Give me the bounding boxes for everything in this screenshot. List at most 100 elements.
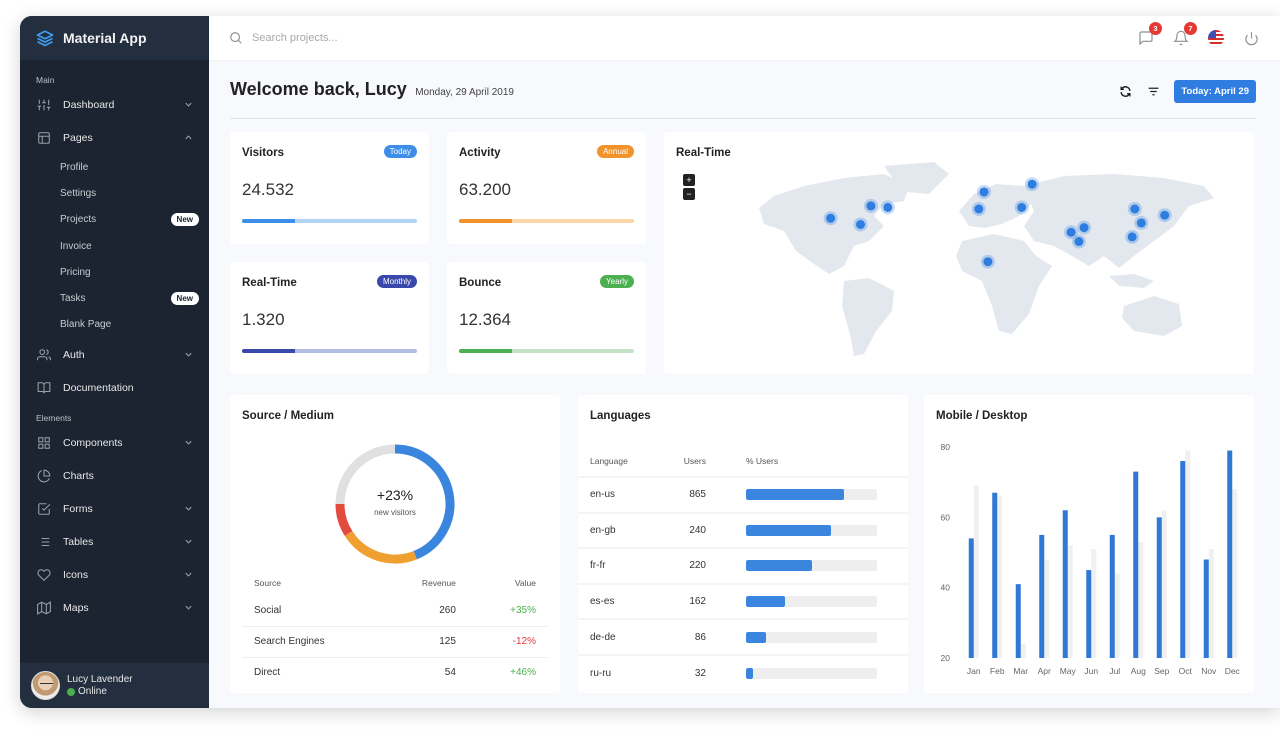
bar-mobile[interactable] bbox=[1015, 584, 1021, 658]
table-row[interactable]: en-gb 240 bbox=[578, 511, 908, 549]
map-marker[interactable] bbox=[1134, 215, 1149, 230]
map-marker[interactable] bbox=[863, 198, 878, 213]
table-row[interactable]: Direct 54 +46% bbox=[242, 656, 548, 688]
users-icon bbox=[37, 348, 51, 362]
map-marker[interactable] bbox=[1127, 202, 1142, 216]
map-zoom-in-button[interactable]: + bbox=[683, 174, 695, 186]
bar-mobile[interactable] bbox=[1227, 450, 1233, 658]
map-marker[interactable] bbox=[1025, 177, 1040, 192]
language-code: ru-ru bbox=[578, 653, 668, 691]
donut-center-value: +23% bbox=[376, 487, 414, 503]
donut-segment[interactable] bbox=[344, 530, 417, 564]
x-tick-label: Nov bbox=[1201, 666, 1217, 676]
languages-table: Language Users % Users en-us 865 en-gb 240… bbox=[578, 445, 908, 691]
sidebar-item-maps[interactable]: Maps bbox=[20, 591, 209, 624]
source-table: Source Revenue Value Social 260 +35% Sea… bbox=[242, 571, 548, 688]
table-row[interactable]: Social 260 +35% bbox=[242, 595, 548, 626]
map-marker[interactable] bbox=[880, 200, 895, 215]
bar-mobile[interactable] bbox=[1086, 570, 1092, 658]
bar-mobile[interactable] bbox=[1156, 517, 1162, 658]
bar-desktop[interactable] bbox=[973, 485, 979, 658]
users-percent-bar bbox=[746, 524, 877, 536]
bar-mobile[interactable] bbox=[968, 538, 974, 658]
sidebar-item-components[interactable]: Components bbox=[20, 426, 209, 459]
sidebar-item-tables[interactable]: Tables bbox=[20, 525, 209, 558]
map-marker[interactable] bbox=[1125, 229, 1140, 244]
bar-mobile[interactable] bbox=[992, 492, 998, 658]
bar-desktop[interactable] bbox=[1161, 510, 1167, 658]
map-marker[interactable] bbox=[1157, 208, 1172, 223]
bar-desktop[interactable] bbox=[1067, 545, 1073, 658]
map-marker[interactable] bbox=[1077, 220, 1092, 235]
sidebar-item-pages[interactable]: Pages bbox=[20, 121, 209, 154]
table-row[interactable]: ru-ru 32 bbox=[578, 653, 908, 691]
map-marker[interactable] bbox=[853, 217, 868, 232]
language-code: en-us bbox=[578, 476, 668, 513]
power-button[interactable] bbox=[1242, 29, 1260, 47]
messages-button[interactable]: 3 bbox=[1137, 22, 1162, 47]
bar-desktop[interactable] bbox=[1020, 643, 1026, 658]
bar-desktop[interactable] bbox=[1185, 450, 1191, 658]
map-marker[interactable] bbox=[1071, 234, 1086, 249]
bar-mobile[interactable] bbox=[1109, 534, 1115, 658]
user-status: Online bbox=[67, 686, 133, 697]
world-map[interactable] bbox=[734, 156, 1234, 366]
sidebar-subitem-projects[interactable]: Projects New bbox=[20, 207, 209, 233]
bar-mobile[interactable] bbox=[1180, 461, 1186, 658]
notifications-button[interactable]: 7 bbox=[1172, 22, 1197, 47]
map-marker[interactable] bbox=[1014, 200, 1029, 215]
map-zoom-out-button[interactable]: − bbox=[683, 188, 695, 200]
sidebar-subitem-blank-page[interactable]: Blank Page bbox=[20, 312, 209, 338]
x-tick-label: Feb bbox=[990, 666, 1005, 676]
bar-desktop[interactable] bbox=[1091, 548, 1097, 658]
stat-value: 63.200 bbox=[459, 180, 511, 199]
source-name: Search Engines bbox=[242, 625, 375, 657]
sidebar-item-label: Pages bbox=[63, 131, 93, 144]
table-row[interactable]: en-us 865 bbox=[578, 476, 908, 513]
map-marker[interactable] bbox=[971, 202, 986, 216]
brand[interactable]: Material App bbox=[20, 16, 209, 60]
user-profile[interactable]: Lucy Lavender Online bbox=[20, 663, 209, 708]
table-row[interactable]: fr-fr 220 bbox=[578, 547, 908, 584]
map-marker[interactable] bbox=[977, 184, 991, 199]
users-percent-bar bbox=[746, 667, 877, 679]
bar-desktop[interactable] bbox=[1138, 541, 1144, 658]
sidebar-item-documentation[interactable]: Documentation bbox=[20, 371, 209, 404]
map-marker[interactable] bbox=[823, 211, 838, 226]
bar-desktop[interactable] bbox=[1208, 548, 1214, 658]
sidebar-subitem-profile[interactable]: Profile bbox=[20, 154, 209, 180]
book-icon bbox=[37, 381, 51, 395]
search-input[interactable] bbox=[252, 32, 552, 44]
map-marker[interactable] bbox=[980, 254, 995, 269]
bar-desktop[interactable] bbox=[1044, 559, 1050, 658]
sidebar-subitem-tasks[interactable]: Tasks New bbox=[20, 285, 209, 311]
sidebar-item-icons[interactable]: Icons bbox=[20, 558, 209, 591]
language-button[interactable] bbox=[1207, 29, 1225, 47]
table-row[interactable]: de-de 86 bbox=[578, 618, 908, 655]
today-button[interactable]: Today: April 29 bbox=[1174, 80, 1256, 103]
bar-mobile[interactable] bbox=[1062, 510, 1068, 658]
page-date: Monday, 29 April 2019 bbox=[415, 87, 514, 98]
sidebar-subitem-label: Projects bbox=[60, 214, 97, 226]
table-row[interactable]: es-es 162 bbox=[578, 582, 908, 620]
sidebar-item-auth[interactable]: Auth bbox=[20, 338, 209, 371]
sidebar-subitem-label: Invoice bbox=[60, 240, 92, 252]
sidebar-subitem-settings[interactable]: Settings bbox=[20, 180, 209, 206]
sidebar-subitem-invoice[interactable]: Invoice bbox=[20, 233, 209, 259]
users-percent-fill bbox=[746, 667, 753, 679]
sidebar-item-dashboard[interactable]: Dashboard bbox=[20, 88, 209, 121]
sidebar-subitem-pricing[interactable]: Pricing bbox=[20, 259, 209, 285]
language-code: fr-fr bbox=[578, 547, 668, 584]
bar-desktop[interactable] bbox=[1114, 573, 1120, 658]
bar-desktop[interactable] bbox=[1232, 489, 1238, 658]
sidebar-item-forms[interactable]: Forms bbox=[20, 492, 209, 525]
refresh-button[interactable] bbox=[1118, 85, 1132, 99]
bar-mobile[interactable] bbox=[1039, 534, 1045, 658]
table-row[interactable]: Search Engines 125 -12% bbox=[242, 625, 548, 657]
heart-icon bbox=[37, 568, 51, 582]
filter-button[interactable] bbox=[1146, 85, 1160, 99]
bar-mobile[interactable] bbox=[1203, 559, 1209, 658]
sidebar-item-charts[interactable]: Charts bbox=[20, 459, 209, 492]
bar-mobile[interactable] bbox=[1133, 471, 1139, 658]
bar-desktop[interactable] bbox=[997, 496, 1003, 658]
